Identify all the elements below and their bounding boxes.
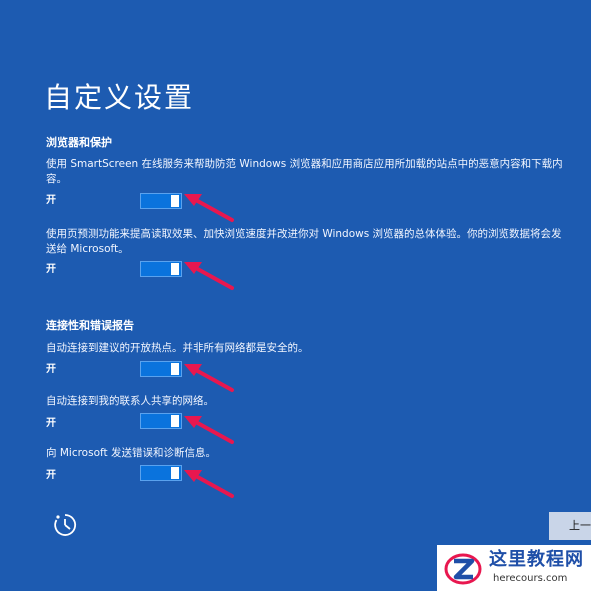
setting-contacts-networks-description: 自动连接到我的联系人共享的网络。 [46,395,214,407]
back-button[interactable]: 上一 [549,512,591,540]
section-heading-connectivity-error-reporting: 连接性和错误报告 [46,319,134,332]
setting-error-reporting-description: 向 Microsoft 发送错误和诊断信息。 [46,447,216,459]
contacts-networks-toggle[interactable] [140,413,182,429]
setting-error-reporting-state: 开 [46,470,56,481]
red-pointer-arrow-icon [184,470,234,498]
setting-page-prediction-state: 开 [46,264,56,275]
page-title: 自定义设置 [44,81,195,114]
toggle-knob [171,467,179,479]
setting-smartscreen-state: 开 [46,195,56,206]
toggle-knob [171,195,179,207]
setting-contacts-networks-state: 开 [46,418,56,429]
setting-open-hotspots-state: 开 [46,364,56,375]
page-prediction-toggle[interactable] [140,261,182,277]
toggle-knob [171,415,179,427]
setting-smartscreen-description: 使用 SmartScreen 在线服务来帮助防范 Windows 浏览器和应用商… [46,158,563,185]
z-logo-icon [444,553,482,585]
ease-of-access-icon[interactable] [52,512,78,538]
watermark-url: herecours.com [493,573,568,584]
open-hotspots-toggle[interactable] [140,361,182,377]
section-heading-browser-protection: 浏览器和保护 [46,136,112,149]
setup-screen: { "page_title": "自定义设置", "sections": [ {… [0,0,591,591]
toggle-knob [171,263,179,275]
watermark: 这里教程网 herecours.com [437,545,591,591]
toggle-knob [171,363,179,375]
error-reporting-toggle[interactable] [140,465,182,481]
red-pointer-arrow-icon [184,194,234,222]
setting-open-hotspots-description: 自动连接到建议的开放热点。并非所有网络都是安全的。 [46,342,309,354]
red-pointer-arrow-icon [184,262,234,290]
setting-page-prediction-description: 使用页预测功能来提高读取效果、加快浏览速度并改进你对 Windows 浏览器的总… [46,228,562,255]
watermark-name: 这里教程网 [489,549,584,570]
smartscreen-toggle[interactable] [140,193,182,209]
